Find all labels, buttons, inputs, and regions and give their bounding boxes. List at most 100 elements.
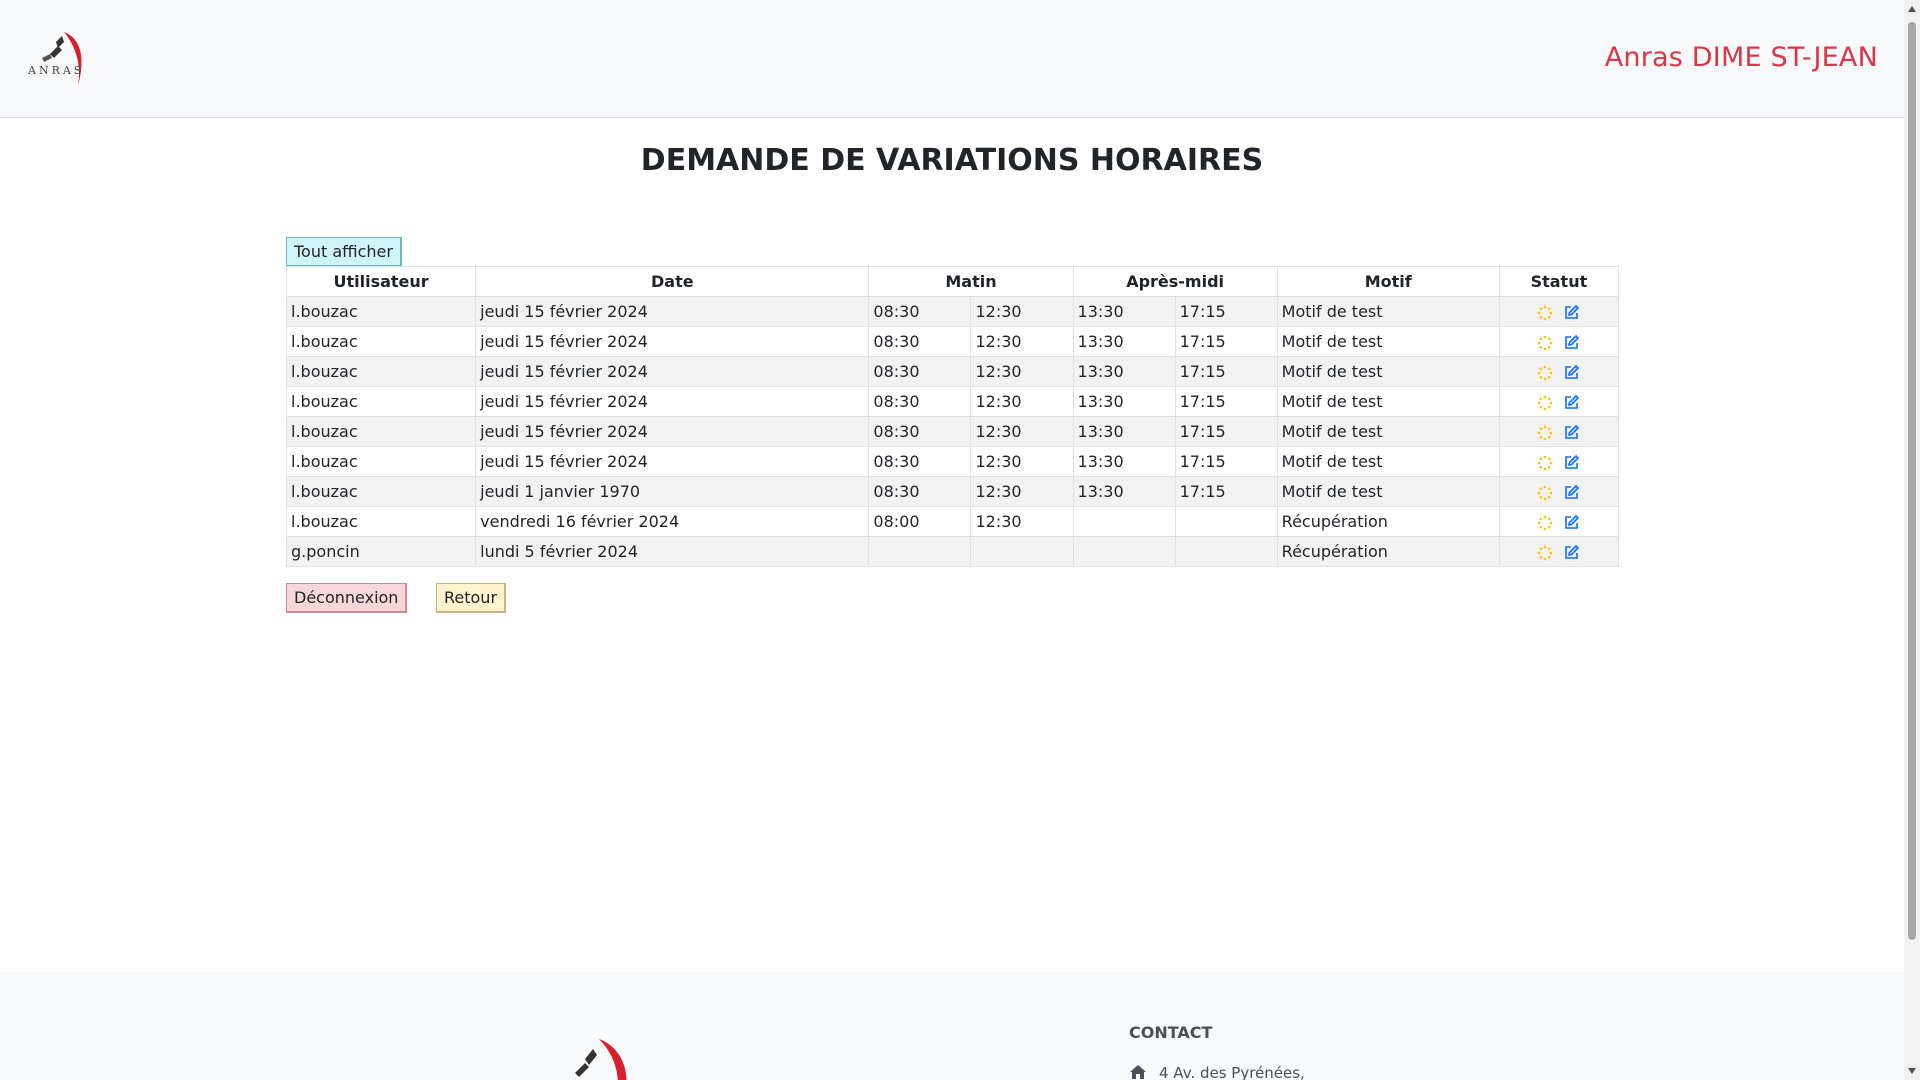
pending-spinner-icon	[1537, 515, 1553, 531]
cell-morning-end: 12:30	[970, 506, 1074, 537]
cell-reason: Motif de test	[1276, 416, 1500, 447]
page-footer: CONTACT 4 Av. des Pyrénées,	[0, 972, 1904, 1080]
cell-afternoon-start: 13:30	[1072, 416, 1176, 447]
cell-user: l.bouzac	[285, 506, 477, 537]
cell-user: l.bouzac	[285, 476, 477, 507]
cell-morning-end: 12:30	[970, 416, 1074, 447]
cell-date: jeudi 15 février 2024	[475, 446, 870, 477]
cell-afternoon-start: 13:30	[1072, 356, 1176, 387]
table-row: l.bouzac jeudi 15 février 2024 08:30 12:30 1…	[285, 446, 1620, 477]
scroll-down-arrow-icon[interactable]	[1908, 1068, 1916, 1074]
cell-date: jeudi 15 février 2024	[475, 356, 870, 387]
cell-afternoon-start: 13:30	[1072, 326, 1176, 357]
cell-afternoon-end: 17:15	[1174, 326, 1278, 357]
cell-date: jeudi 1 janvier 1970	[475, 476, 870, 507]
cell-afternoon-start: 13:30	[1072, 446, 1176, 477]
cell-date: vendredi 16 février 2024	[475, 506, 870, 537]
site-brand-title[interactable]: Anras DIME ST-JEAN	[1605, 42, 1878, 73]
pending-spinner-icon	[1537, 545, 1553, 561]
cell-status	[1498, 386, 1620, 417]
header-user: Utilisateur	[285, 266, 477, 297]
contact-title: CONTACT	[1129, 1023, 1213, 1042]
table-row: l.bouzac jeudi 15 février 2024 08:30 12:30 1…	[285, 296, 1620, 327]
cell-reason: Motif de test	[1276, 326, 1500, 357]
cell-status	[1498, 416, 1620, 447]
requests-table: Utilisateur Date Matin Après-midi Motif …	[285, 266, 1620, 567]
pending-spinner-icon	[1537, 395, 1553, 411]
table-row: l.bouzac jeudi 15 février 2024 08:30 12:30 1…	[285, 326, 1620, 357]
top-navbar: ANRAS Anras DIME ST-JEAN	[0, 0, 1904, 118]
table-row: l.bouzac vendredi 16 février 2024 08:00 12:…	[285, 506, 1620, 537]
cell-reason: Motif de test	[1276, 446, 1500, 477]
cell-status	[1498, 296, 1620, 327]
cell-afternoon-start: 13:30	[1072, 386, 1176, 417]
cell-reason: Motif de test	[1276, 356, 1500, 387]
table-row: l.bouzac jeudi 15 février 2024 08:30 12:30 1…	[285, 356, 1620, 387]
header-reason: Motif	[1276, 266, 1500, 297]
header-afternoon: Après-midi	[1072, 266, 1278, 297]
cell-user: l.bouzac	[285, 446, 477, 477]
cell-status	[1498, 446, 1620, 477]
cell-status	[1498, 356, 1620, 387]
cell-afternoon-end: 17:15	[1174, 446, 1278, 477]
scroll-thumb[interactable]	[1908, 22, 1916, 940]
header-morning: Matin	[868, 266, 1074, 297]
logout-button[interactable]: Déconnexion	[286, 583, 408, 613]
cell-morning-end	[970, 536, 1074, 567]
cell-status	[1498, 536, 1620, 567]
cell-user: l.bouzac	[285, 296, 477, 327]
cell-afternoon-end	[1174, 506, 1278, 537]
cell-morning-end: 12:30	[970, 296, 1074, 327]
cell-morning-start: 08:30	[868, 386, 972, 417]
footer-logo	[555, 1037, 645, 1080]
edit-icon[interactable]	[1563, 334, 1580, 351]
cell-morning-start: 08:30	[868, 476, 972, 507]
edit-icon[interactable]	[1563, 424, 1580, 441]
anras-logo[interactable]: ANRAS	[27, 28, 102, 88]
cell-morning-start	[868, 536, 972, 567]
pending-spinner-icon	[1537, 425, 1553, 441]
table-row: l.bouzac jeudi 1 janvier 1970 08:30 12:30 13…	[285, 476, 1620, 507]
cell-user: l.bouzac	[285, 326, 477, 357]
cell-user: l.bouzac	[285, 416, 477, 447]
pending-spinner-icon	[1537, 365, 1553, 381]
cell-afternoon-end: 17:15	[1174, 296, 1278, 327]
edit-icon[interactable]	[1563, 454, 1580, 471]
cell-morning-start: 08:30	[868, 416, 972, 447]
cell-afternoon-end: 17:15	[1174, 386, 1278, 417]
cell-user: l.bouzac	[285, 356, 477, 387]
table-row: g.poncin lundi 5 février 2024 Récupération	[285, 536, 1620, 567]
contact-address: 4 Av. des Pyrénées,	[1129, 1064, 1305, 1080]
edit-icon[interactable]	[1563, 484, 1580, 501]
scroll-up-arrow-icon[interactable]	[1908, 6, 1916, 12]
cell-afternoon-start: 13:30	[1072, 476, 1176, 507]
cell-status	[1498, 506, 1620, 537]
cell-reason: Motif de test	[1276, 296, 1500, 327]
pending-spinner-icon	[1537, 335, 1553, 351]
cell-date: jeudi 15 février 2024	[475, 416, 870, 447]
cell-date: jeudi 15 février 2024	[475, 296, 870, 327]
cell-afternoon-start	[1072, 536, 1176, 567]
cell-morning-start: 08:00	[868, 506, 972, 537]
pending-spinner-icon	[1537, 305, 1553, 321]
back-button[interactable]: Retour	[436, 583, 507, 613]
cell-morning-end: 12:30	[970, 446, 1074, 477]
page-scrollbar[interactable]	[1904, 0, 1920, 1080]
edit-icon[interactable]	[1563, 304, 1580, 321]
cell-afternoon-end	[1174, 536, 1278, 567]
edit-icon[interactable]	[1563, 364, 1580, 381]
table-row: l.bouzac jeudi 15 février 2024 08:30 12:30 1…	[285, 416, 1620, 447]
table-header-row: Utilisateur Date Matin Après-midi Motif …	[285, 266, 1620, 297]
cell-morning-start: 08:30	[868, 296, 972, 327]
edit-icon[interactable]	[1563, 544, 1580, 561]
cell-afternoon-end: 17:15	[1174, 476, 1278, 507]
show-all-button[interactable]: Tout afficher	[286, 237, 402, 267]
cell-date: jeudi 15 février 2024	[475, 386, 870, 417]
edit-icon[interactable]	[1563, 514, 1580, 531]
header-date: Date	[475, 266, 870, 297]
cell-status	[1498, 476, 1620, 507]
cell-morning-start: 08:30	[868, 326, 972, 357]
cell-morning-end: 12:30	[970, 356, 1074, 387]
edit-icon[interactable]	[1563, 394, 1580, 411]
page-title: DEMANDE DE VARIATIONS HORAIRES	[640, 143, 1264, 178]
